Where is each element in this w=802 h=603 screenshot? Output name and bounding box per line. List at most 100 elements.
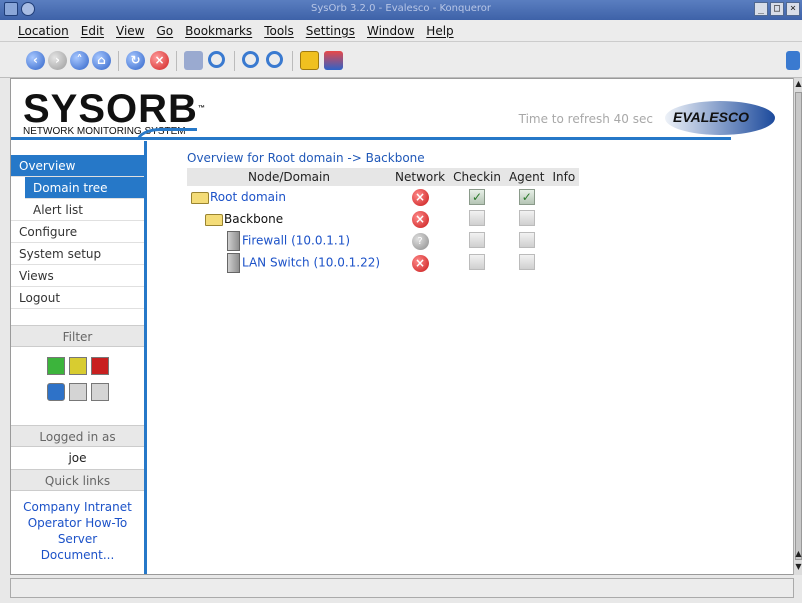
close-button[interactable]: ×	[786, 2, 800, 16]
konqueror-gear-icon[interactable]	[786, 51, 800, 70]
info-cell	[549, 208, 580, 230]
breadcrumb[interactable]: Overview for Root domain -> Backbone	[187, 151, 579, 165]
network-cell: ×	[391, 252, 449, 274]
node-link[interactable]: Root domain	[210, 190, 286, 204]
up-icon[interactable]: ˄	[70, 51, 89, 70]
menu-bookmarks[interactable]: Bookmarks	[185, 24, 252, 38]
info-cell	[549, 186, 580, 208]
checkin-cell	[449, 208, 505, 230]
quick-link-server[interactable]: Server	[11, 531, 144, 547]
empty-check-icon	[518, 209, 535, 226]
server-icon[interactable]	[227, 253, 240, 273]
server-icon[interactable]	[227, 231, 240, 251]
empty-check-icon	[469, 209, 486, 226]
checkin-cell	[449, 230, 505, 252]
network-cell: ×	[391, 186, 449, 208]
download-icon[interactable]	[324, 51, 343, 70]
back-icon[interactable]: ‹	[26, 51, 45, 70]
reload-icon[interactable]: ↻	[126, 51, 145, 70]
quick-link-document[interactable]: Document...	[11, 547, 144, 563]
scroll-up-icon[interactable]: ▲	[794, 548, 802, 560]
minimize-button[interactable]: _	[754, 2, 768, 16]
agent-cell: ✓	[505, 186, 549, 208]
zoom-in-icon[interactable]	[242, 51, 259, 68]
nav-alert-list[interactable]: Alert list	[11, 199, 144, 221]
menu-location[interactable]: Location	[18, 24, 69, 38]
empty-check-icon	[518, 253, 535, 270]
scroll-down-icon[interactable]: ▼	[794, 561, 802, 573]
stop-icon[interactable]: ×	[150, 51, 169, 70]
filter-info-icon[interactable]	[47, 383, 65, 401]
domain-table: Node/Domain Network Checkin Agent Info R…	[187, 168, 580, 274]
node-link[interactable]: Firewall (10.0.1.1)	[242, 234, 350, 248]
home-icon[interactable]: ⌂	[92, 51, 111, 70]
empty-check-icon	[469, 253, 486, 270]
nav-domain-tree[interactable]: Domain tree	[25, 177, 144, 199]
window-controls: _ □ ×	[754, 2, 800, 16]
error-status-icon[interactable]: ×	[411, 188, 429, 206]
vertical-scrollbar[interactable]: ▲ ▲ ▼	[793, 78, 802, 575]
node-cell: Backbone	[187, 208, 391, 230]
scroll-up-icon[interactable]: ▲	[794, 78, 802, 90]
filter-unchecked-icon[interactable]	[69, 383, 87, 401]
logo-tm: ™	[197, 105, 206, 112]
table-row: Root domain × ✓ ✓	[187, 186, 579, 208]
nav-views[interactable]: Views	[11, 265, 144, 287]
filter-warning-icon[interactable]	[69, 357, 87, 375]
nav-system-setup[interactable]: System setup	[11, 243, 144, 265]
col-agent: Agent	[504, 168, 549, 186]
logged-in-user: joe	[68, 451, 87, 465]
network-cell: ?	[391, 230, 449, 252]
node-link[interactable]: LAN Switch (10.0.1.22)	[242, 256, 380, 270]
menu-edit[interactable]: Edit	[81, 24, 104, 38]
nav-overview[interactable]: Overview	[11, 155, 144, 177]
menu-window[interactable]: Window	[367, 24, 414, 38]
info-cell	[549, 252, 580, 274]
maximize-button[interactable]: □	[770, 2, 784, 16]
network-cell: ×	[391, 208, 449, 230]
folder-icon[interactable]	[205, 213, 223, 226]
nav-logout[interactable]: Logout	[11, 287, 144, 309]
menu-help[interactable]: Help	[426, 24, 453, 38]
menu-settings[interactable]: Settings	[306, 24, 355, 38]
ok-check-icon[interactable]: ✓	[469, 189, 486, 205]
filter-ok-icon[interactable]	[47, 357, 65, 375]
scroll-thumb[interactable]	[795, 92, 802, 560]
agent-cell	[505, 230, 549, 252]
status-bar	[10, 578, 794, 598]
lock-icon[interactable]	[300, 51, 319, 70]
col-checkin: Checkin	[449, 168, 505, 186]
menu-view[interactable]: View	[116, 24, 144, 38]
folder-icon[interactable]	[191, 191, 209, 204]
filter-unknown-icon[interactable]	[91, 383, 109, 401]
error-status-icon[interactable]: ×	[411, 254, 429, 272]
menu-go[interactable]: Go	[157, 24, 174, 38]
print-icon[interactable]	[184, 51, 203, 70]
quick-link-howto[interactable]: Operator How-To	[11, 515, 144, 531]
node-label[interactable]: Backbone	[224, 212, 283, 226]
toolbar-separator	[234, 51, 235, 71]
page-header: SYSORB™ NETWORK MONITORING SYSTEM Time t…	[11, 79, 793, 141]
node-cell: Firewall (10.0.1.1)	[187, 230, 391, 252]
window-titlebar: SysOrb 3.2.0 - Evalesco - Konqueror _ □ …	[0, 0, 802, 20]
ok-check-icon[interactable]: ✓	[518, 189, 535, 205]
agent-cell	[505, 252, 549, 274]
nav-configure[interactable]: Configure	[11, 221, 144, 243]
col-network: Network	[391, 168, 450, 186]
toolbar-separator	[176, 51, 177, 71]
menu-bar: Location Edit View Go Bookmarks Tools Se…	[0, 20, 802, 42]
quick-link-intranet[interactable]: Company Intranet	[11, 499, 144, 515]
quick-links-heading: Quick links	[11, 469, 144, 491]
unknown-status-icon[interactable]: ?	[411, 232, 429, 250]
find-icon[interactable]	[208, 51, 225, 68]
menu-tools[interactable]: Tools	[264, 24, 294, 38]
error-status-icon[interactable]: ×	[411, 210, 429, 228]
forward-icon[interactable]: ›	[48, 51, 67, 70]
table-row: Firewall (10.0.1.1) ?	[187, 230, 579, 252]
node-cell: LAN Switch (10.0.1.22)	[187, 252, 391, 274]
header-divider	[11, 137, 731, 140]
browser-viewport: SYSORB™ NETWORK MONITORING SYSTEM Time t…	[10, 78, 794, 575]
zoom-out-icon[interactable]	[266, 51, 283, 68]
filter-critical-icon[interactable]	[91, 357, 109, 375]
brand-text: EVALESCO	[673, 109, 749, 125]
